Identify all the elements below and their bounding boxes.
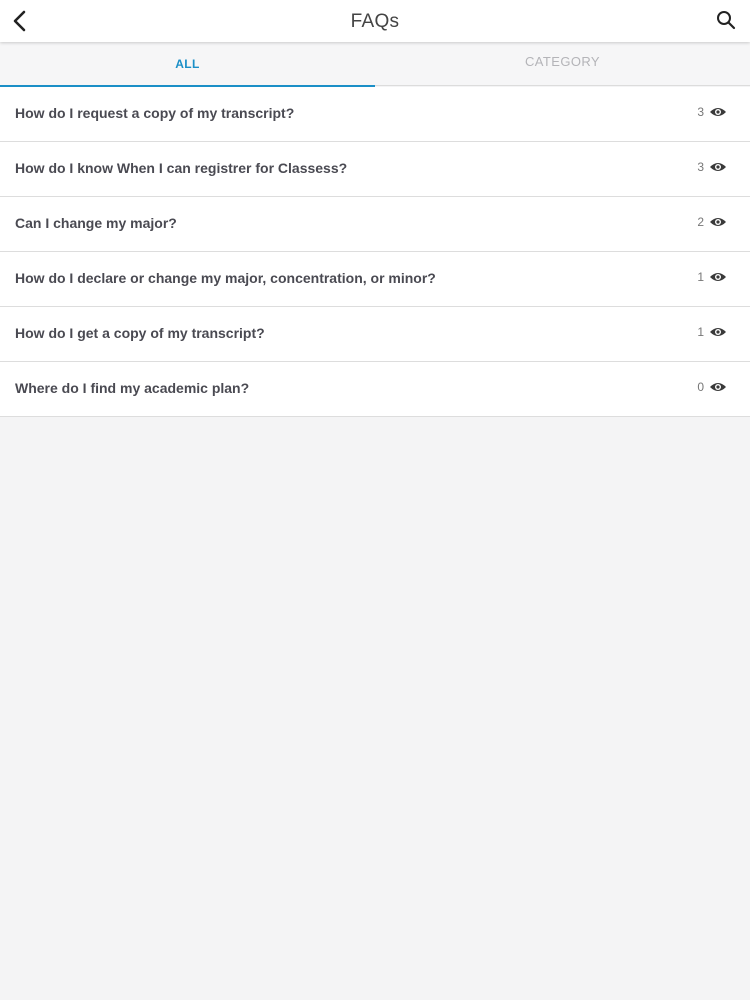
faq-item[interactable]: How do I get a copy of my transcript? 1 [0, 307, 750, 362]
view-count: 1 [697, 270, 728, 284]
faq-question: How do I know When I can registrer for C… [15, 160, 348, 176]
faq-item[interactable]: Where do I find my academic plan? 0 [0, 362, 750, 417]
tab-category[interactable]: CATEGORY [375, 42, 750, 86]
search-icon [716, 10, 736, 30]
view-count-value: 1 [697, 270, 704, 284]
faq-list: How do I request a copy of my transcript… [0, 87, 750, 417]
eye-icon [708, 105, 728, 119]
tab-all[interactable]: ALL [0, 42, 375, 87]
faq-question: How do I declare or change my major, con… [15, 270, 436, 286]
app-header: FAQs [0, 0, 750, 42]
faq-item[interactable]: Can I change my major? 2 [0, 197, 750, 252]
faq-question: Where do I find my academic plan? [15, 380, 250, 396]
faq-item[interactable]: How do I declare or change my major, con… [0, 252, 750, 307]
eye-icon [708, 160, 728, 174]
eye-icon [708, 380, 728, 394]
view-count-value: 3 [697, 160, 704, 174]
page-title: FAQs [350, 11, 400, 32]
tab-all-label: ALL [175, 57, 200, 71]
faq-item[interactable]: How do I know When I can registrer for C… [0, 142, 750, 197]
view-count: 1 [697, 325, 728, 339]
eye-icon [708, 215, 728, 229]
view-count-value: 1 [697, 325, 704, 339]
tab-bar: ALL CATEGORY [0, 42, 750, 87]
view-count: 0 [697, 380, 728, 394]
view-count-value: 3 [697, 105, 704, 119]
search-button[interactable] [714, 8, 738, 32]
eye-icon [708, 325, 728, 339]
faq-question: How do I request a copy of my transcript… [15, 105, 295, 121]
faq-question: How do I get a copy of my transcript? [15, 325, 265, 341]
view-count: 2 [697, 215, 728, 229]
view-count: 3 [697, 160, 728, 174]
view-count-value: 0 [697, 380, 704, 394]
view-count-value: 2 [697, 215, 704, 229]
faq-item[interactable]: How do I request a copy of my transcript… [0, 87, 750, 142]
tab-category-label: CATEGORY [525, 53, 600, 69]
view-count: 3 [697, 105, 728, 119]
faq-question: Can I change my major? [15, 215, 177, 231]
eye-icon [708, 270, 728, 284]
